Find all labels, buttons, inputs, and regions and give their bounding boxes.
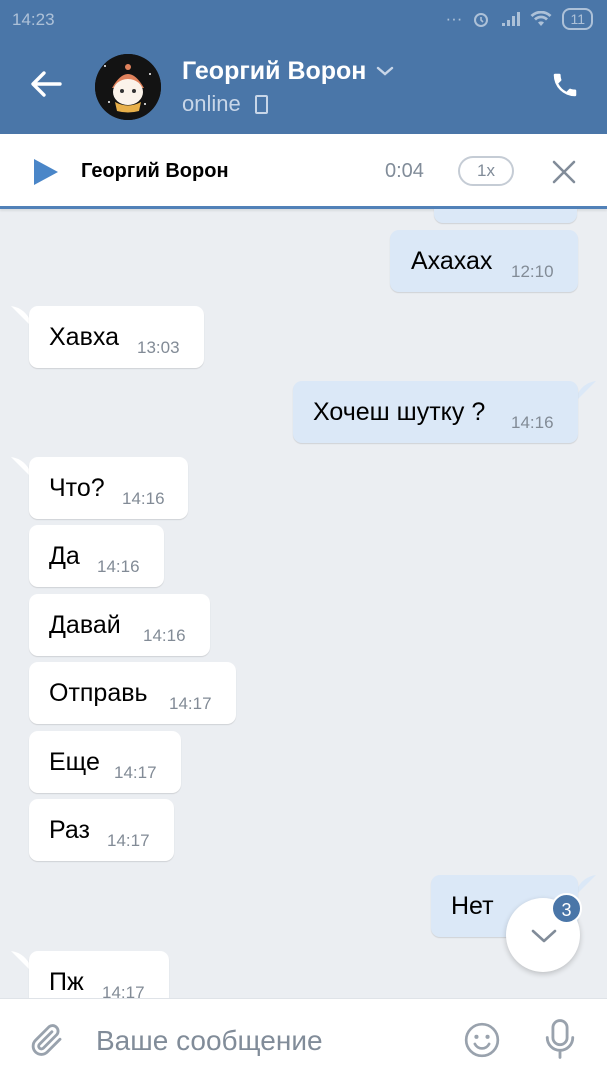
online-status: online: [182, 91, 241, 116]
message-bubble-incoming[interactable]: Да 14:16: [29, 525, 164, 587]
message-text: Ахахах: [411, 247, 493, 275]
phone-call-icon[interactable]: [550, 70, 580, 100]
emoji-icon[interactable]: [463, 1021, 501, 1059]
message-text: Раз: [49, 816, 90, 844]
message-time: 13:03: [137, 338, 180, 357]
message-bubble-outgoing[interactable]: Ахахах 12:10: [390, 230, 578, 292]
playback-speed-button[interactable]: 1x: [458, 156, 514, 186]
message-time: 14:16: [122, 489, 165, 508]
message-bubble-partial: [434, 209, 577, 223]
message-bubble-incoming[interactable]: Раз 14:17: [29, 799, 174, 861]
audio-player-bar: Георгий Ворон 0:04 1x: [0, 134, 607, 209]
play-icon[interactable]: [33, 158, 59, 186]
message-bubble-incoming[interactable]: Что? 14:16: [29, 457, 188, 519]
bubble-tail: [11, 457, 31, 477]
message-text: Хочеш шутку ?: [313, 398, 486, 426]
paperclip-icon[interactable]: [30, 1021, 66, 1059]
chat-header: Георгий Ворон online: [0, 40, 607, 134]
message-composer: Ваше сообщение: [0, 998, 607, 1081]
message-text: Пж: [49, 968, 84, 996]
alarm-icon: [474, 13, 489, 27]
message-time: 14:17: [102, 983, 145, 998]
message-time: 12:10: [511, 262, 554, 281]
message-time: 14:17: [107, 831, 150, 850]
chevron-down-icon[interactable]: [375, 65, 395, 77]
message-text: Отправь: [49, 679, 148, 707]
message-bubble-incoming[interactable]: Давай 14:16: [29, 594, 210, 656]
unread-count-badge: 3: [551, 893, 582, 924]
message-time: 14:16: [511, 413, 554, 432]
message-input[interactable]: Ваше сообщение: [96, 1025, 323, 1057]
message-text: Что?: [49, 474, 105, 502]
message-text: Давай: [49, 611, 121, 639]
message-bubble-incoming[interactable]: Еще 14:17: [29, 731, 181, 793]
message-time: 14:17: [169, 694, 212, 713]
more-dots-icon: ···: [445, 9, 463, 28]
status-time: 14:23: [12, 10, 55, 29]
message-time: 14:16: [97, 557, 140, 576]
message-bubble-incoming[interactable]: Хавха 13:03: [29, 306, 204, 368]
battery-icon: 11: [562, 8, 593, 30]
message-text: Нет: [451, 892, 494, 920]
wifi-icon: [530, 11, 552, 26]
message-text: Хавха: [49, 323, 119, 351]
message-time: 14:17: [114, 763, 157, 782]
mobile-device-icon: [255, 95, 268, 114]
bubble-tail: [576, 381, 596, 401]
bubble-tail: [576, 875, 596, 895]
bubble-tail: [11, 951, 31, 971]
message-bubble-incoming[interactable]: Пж 14:17: [29, 951, 169, 998]
status-icons: ··· 11: [445, 8, 593, 30]
bubble-tail: [11, 306, 31, 326]
player-title[interactable]: Георгий Ворон: [81, 160, 229, 183]
status-bar: 14:23 ··· 11: [0, 0, 607, 40]
contact-name[interactable]: Георгий Ворон: [182, 57, 366, 86]
close-icon[interactable]: [552, 160, 576, 184]
message-time: 14:16: [143, 626, 186, 645]
message-bubble-incoming[interactable]: Отправь 14:17: [29, 662, 236, 724]
contact-avatar[interactable]: [95, 54, 161, 120]
message-text: Да: [49, 542, 80, 570]
player-duration: 0:04: [385, 160, 424, 182]
chevron-down-icon: [531, 929, 557, 943]
message-bubble-outgoing[interactable]: Хочеш шутку ? 14:16: [293, 381, 578, 443]
message-list[interactable]: Ахахах 12:10 Хавха 13:03 Хочеш шутку ? 1…: [0, 209, 607, 998]
back-arrow-icon[interactable]: [30, 70, 62, 98]
microphone-icon[interactable]: [543, 1017, 577, 1061]
signal-icon: [502, 12, 521, 26]
message-text: Еще: [49, 748, 100, 776]
avatar-image: [95, 54, 161, 120]
